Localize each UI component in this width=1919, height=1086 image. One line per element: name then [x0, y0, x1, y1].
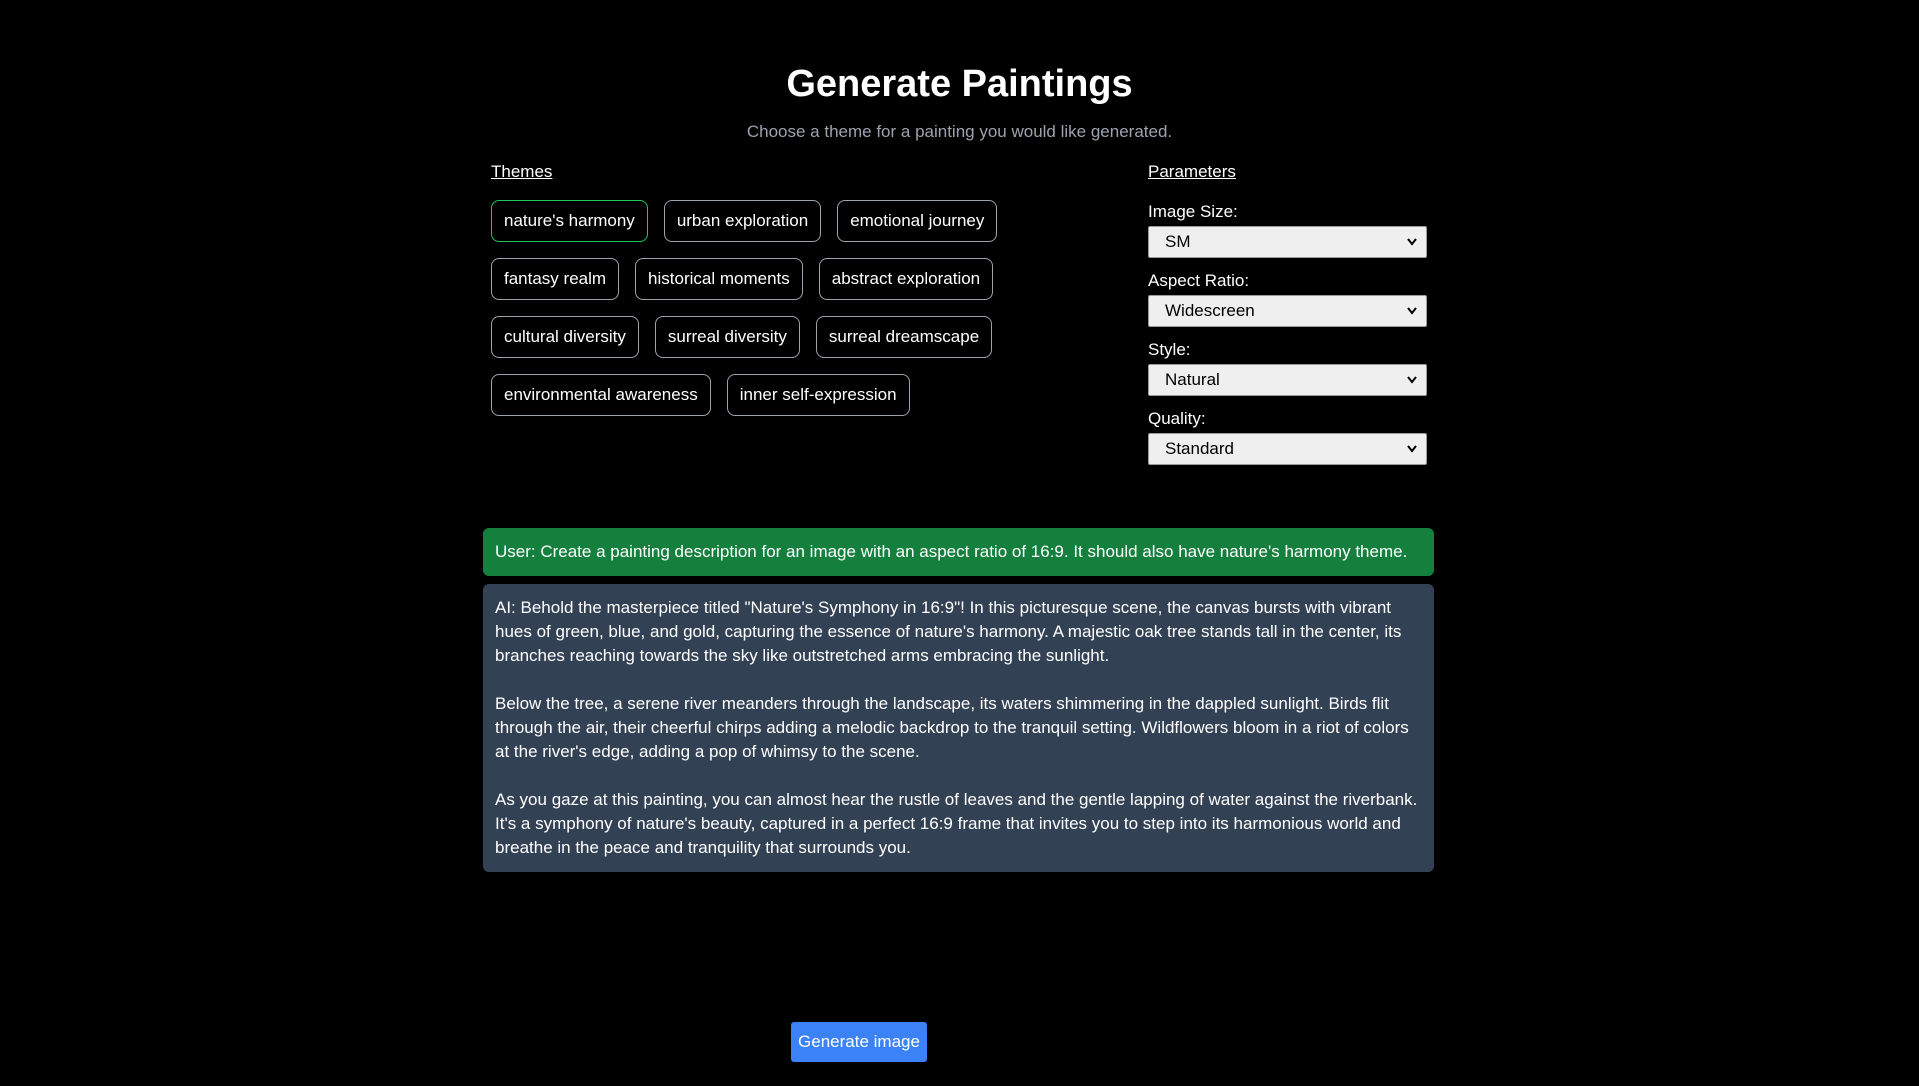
chevron-down-icon — [1407, 376, 1417, 384]
aspect-ratio-label: Aspect Ratio: — [1148, 271, 1250, 290]
param-image-size: Image Size: SM — [1148, 202, 1427, 258]
quality-value: Standard — [1165, 439, 1234, 458]
param-quality: Quality: Standard — [1148, 409, 1427, 465]
themes-heading: Themes — [491, 162, 553, 181]
theme-button-environmental-awareness[interactable]: environmental awareness — [491, 374, 711, 416]
parameters-panel: Image Size: SM Aspect Ratio: Widescreen … — [1148, 202, 1427, 478]
ai-message: AI: Behold the masterpiece titled "Natur… — [483, 584, 1434, 872]
aspect-ratio-value: Widescreen — [1165, 301, 1255, 320]
quality-label: Quality: — [1148, 409, 1206, 428]
image-size-label: Image Size: — [1148, 202, 1238, 221]
quality-select[interactable]: Standard — [1148, 433, 1427, 465]
generate-image-button[interactable]: Generate image — [791, 1022, 927, 1062]
image-size-select[interactable]: SM — [1148, 226, 1427, 258]
theme-button-surreal-diversity[interactable]: surreal diversity — [654, 316, 800, 358]
theme-button-natures-harmony[interactable]: nature's harmony — [491, 200, 648, 242]
theme-button-cultural-diversity[interactable]: cultural diversity — [491, 316, 639, 358]
theme-button-emotional-journey[interactable]: emotional journey — [837, 200, 998, 242]
chevron-down-icon — [1407, 307, 1417, 315]
chevron-down-icon — [1407, 238, 1417, 246]
user-message: User: Create a painting description for … — [483, 528, 1434, 576]
theme-button-abstract-exploration[interactable]: abstract exploration — [818, 258, 994, 300]
theme-list: nature's harmony urban exploration emoti… — [491, 200, 1021, 416]
style-select[interactable]: Natural — [1148, 364, 1427, 396]
theme-button-surreal-dreamscape[interactable]: surreal dreamscape — [815, 316, 993, 358]
param-aspect-ratio: Aspect Ratio: Widescreen — [1148, 271, 1427, 327]
aspect-ratio-select[interactable]: Widescreen — [1148, 295, 1427, 327]
style-label: Style: — [1148, 340, 1191, 359]
ai-message-paragraph: AI: Behold the masterpiece titled "Natur… — [495, 598, 1402, 665]
image-size-value: SM — [1165, 232, 1191, 251]
parameters-heading: Parameters — [1148, 162, 1236, 181]
page-subtitle: Choose a theme for a painting you would … — [746, 122, 1173, 141]
theme-button-urban-exploration[interactable]: urban exploration — [663, 200, 822, 242]
chevron-down-icon — [1407, 445, 1417, 453]
style-value: Natural — [1165, 370, 1220, 389]
page-title: Generate Paintings — [786, 63, 1133, 105]
ai-message-paragraph: As you gaze at this painting, you can al… — [495, 790, 1418, 857]
param-style: Style: Natural — [1148, 340, 1427, 396]
page: Generate Paintings Choose a theme for a … — [0, 0, 1919, 1086]
theme-button-fantasy-realm[interactable]: fantasy realm — [491, 258, 620, 300]
ai-message-paragraph: Below the tree, a serene river meanders … — [495, 694, 1409, 761]
theme-button-inner-self-expression[interactable]: inner self-expression — [726, 374, 910, 416]
theme-button-historical-moments[interactable]: historical moments — [635, 258, 803, 300]
